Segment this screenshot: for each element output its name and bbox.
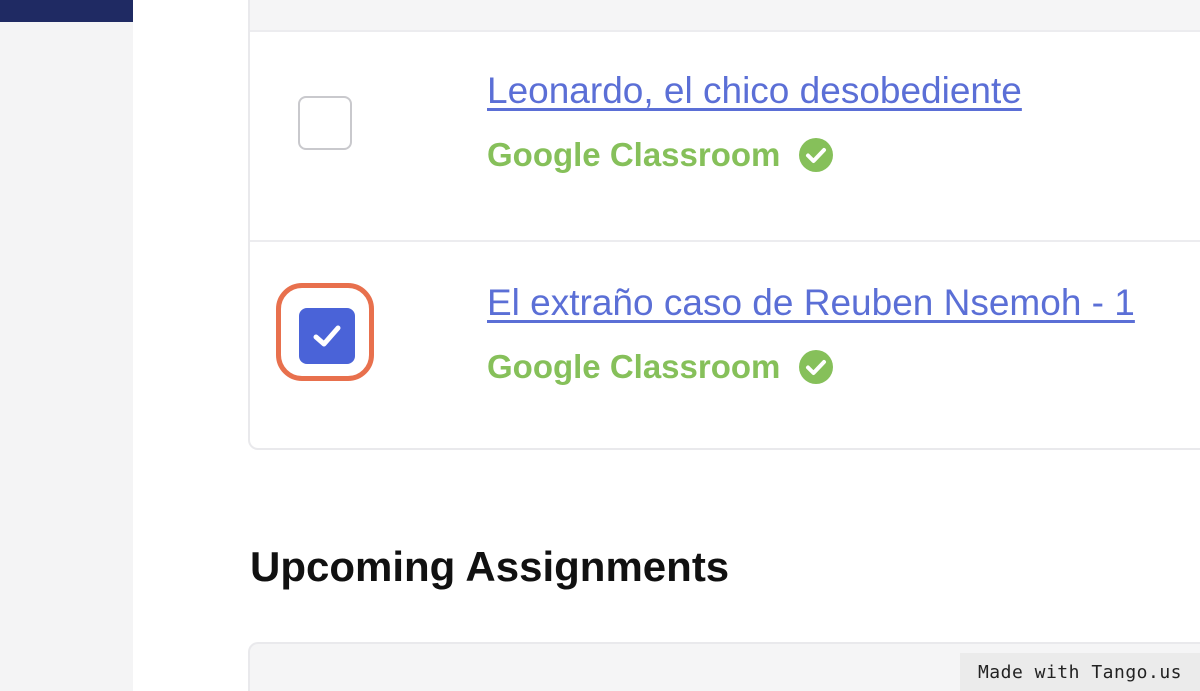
assignment-title-link[interactable]: El extraño caso de Reuben Nsemoh - 1	[487, 282, 1135, 324]
sync-label: Google Classroom	[487, 348, 781, 385]
checkmark-icon	[313, 325, 341, 347]
sidebar-top-bar	[0, 0, 133, 22]
page: Leonardo, el chico desobediente Google C…	[0, 0, 1200, 691]
assignment-checkbox-checked[interactable]	[299, 308, 355, 364]
assignments-panel: Leonardo, el chico desobediente Google C…	[248, 0, 1200, 450]
assignment-row: El extraño caso de Reuben Nsemoh - 1 Goo…	[250, 242, 1200, 448]
tango-watermark: Made with Tango.us	[960, 653, 1200, 691]
assignment-row: Leonardo, el chico desobediente Google C…	[250, 30, 1200, 242]
assignment-checkbox-unchecked[interactable]	[298, 96, 352, 150]
check-circle-icon	[798, 349, 834, 385]
assignment-title-link[interactable]: Leonardo, el chico desobediente	[487, 70, 1022, 112]
section-title-upcoming-assignments: Upcoming Assignments	[250, 543, 730, 590]
sync-status: Google Classroom	[487, 348, 834, 386]
check-circle-icon	[798, 137, 834, 173]
panel-header-strip	[250, 0, 1200, 32]
sync-label: Google Classroom	[487, 136, 781, 173]
sync-status: Google Classroom	[487, 136, 834, 174]
left-sidebar	[0, 0, 133, 691]
